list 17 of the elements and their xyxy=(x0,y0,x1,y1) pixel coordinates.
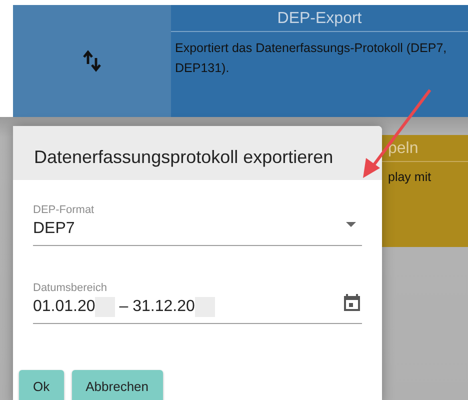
field-label: DEP-Format xyxy=(33,205,96,216)
format-select[interactable]: DEP-Format DEP7 xyxy=(33,188,362,246)
sort-arrows-icon xyxy=(83,50,101,72)
tile-title: DEP-Export xyxy=(171,5,468,32)
cancel-button[interactable]: Abbrechen xyxy=(72,370,163,400)
start-date: 01.01.20 xyxy=(33,297,96,317)
export-tile[interactable]: DEP-Export Exportiert das Datenerfassungs-Protokoll (DEP7, DEP131). xyxy=(171,5,468,117)
field-value: DEP7 xyxy=(33,219,76,239)
tile-description: Exportiert das Datenerfassungs-Protokoll (DEP7, DEP131). xyxy=(174,40,448,77)
date-range-field[interactable]: Datumsbereich 01.01.20 – 31.12.20 xyxy=(33,266,362,324)
field-label: Datumsbereich xyxy=(33,283,108,294)
calendar-icon xyxy=(344,293,360,311)
end-date: – 31.12.20 xyxy=(119,297,195,317)
ok-button[interactable]: Ok xyxy=(19,370,64,400)
tile-icon-panel[interactable] xyxy=(13,5,171,117)
tile-description: play mit xyxy=(387,169,432,186)
dropdown-caret-icon xyxy=(346,222,356,227)
